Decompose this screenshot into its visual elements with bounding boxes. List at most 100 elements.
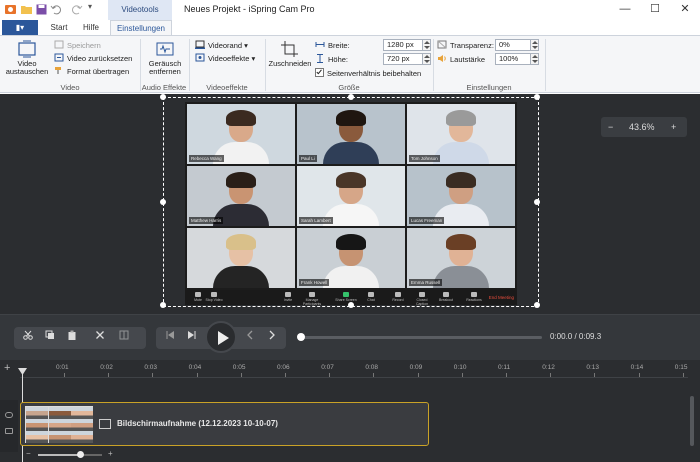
timeline-zoom-slider[interactable]: − + [24, 449, 116, 460]
width-input[interactable]: 1280 px [383, 39, 423, 51]
person-hair [336, 172, 366, 188]
player-toolbar: 0:00.0 / 0:09.3 [0, 314, 700, 360]
resize-handle-se[interactable] [534, 302, 540, 308]
width-spinner[interactable] [423, 39, 431, 51]
transparency-spinner[interactable] [531, 39, 539, 51]
undo-icon[interactable] [50, 3, 63, 16]
tab-start[interactable]: Start [44, 20, 74, 35]
save-icon[interactable] [35, 3, 48, 16]
reset-video-label: Video zurücksetzen [67, 54, 133, 63]
reset-video-icon [54, 53, 64, 62]
group-label-size: Größe [338, 83, 360, 92]
timeline-zoom-in-button[interactable]: + [108, 449, 113, 458]
ruler-tick-label: 0:10 [453, 364, 467, 371]
delete-button[interactable] [88, 327, 112, 349]
meeting-toolbar-item[interactable]: Record [387, 292, 409, 302]
meeting-toolbar-item[interactable]: Breakout [435, 292, 457, 302]
video-effects-dropdown[interactable]: Videoeffekte ▾ [195, 53, 255, 64]
end-meeting-label: End Meeting [488, 295, 514, 300]
chevron-right-icon [269, 330, 275, 340]
timeline-zoom-out-button[interactable]: − [26, 449, 31, 458]
remove-noise-button[interactable]: Geräusch entfernen [144, 40, 186, 76]
height-input[interactable]: 720 px [383, 53, 423, 65]
meeting-toolbar-label: Stop Video [205, 298, 223, 302]
playback-progress-knob[interactable] [297, 333, 305, 341]
skip-forward-icon [188, 331, 196, 339]
zoom-in-button[interactable]: + [671, 117, 676, 137]
play-button[interactable] [205, 321, 237, 353]
close-button[interactable]: ✕ [670, 0, 700, 18]
eye-icon[interactable] [5, 412, 13, 418]
timeline-clip[interactable]: Bildschirmaufnahme (12.12.2023 10-10-07) [20, 402, 429, 446]
lock-icon[interactable] [5, 428, 13, 434]
transparency-input[interactable]: 0% [495, 39, 531, 51]
volume-spinner[interactable] [531, 53, 539, 65]
title-bar: ▾ Videotools Neues Projekt - iSpring Cam… [0, 0, 700, 20]
resize-handle-ne[interactable] [534, 94, 540, 100]
ruler-tick-label: 0:03 [144, 364, 158, 371]
speaker-icon [438, 55, 446, 62]
minimize-button[interactable]: — [610, 0, 640, 18]
keep-ratio-label: Seitenverhältnis beibehalten [327, 69, 422, 78]
skip-to-start-button[interactable] [158, 327, 182, 349]
resize-handle-e[interactable] [534, 199, 540, 205]
playback-progress-track[interactable] [300, 336, 542, 339]
meeting-toolbar-item[interactable]: Share Screen [335, 292, 357, 302]
keep-ratio-checkbox[interactable]: Seitenverhältnis beibehalten [315, 68, 421, 79]
person-hair [226, 110, 256, 126]
ruler-tick-label: 0:14 [630, 364, 644, 371]
timeline-scrollbar[interactable] [690, 396, 694, 446]
clip-label: Bildschirmaufnahme (12.12.2023 10-10-07) [117, 419, 278, 428]
file-menu-button[interactable]: ▮▾ [2, 20, 38, 35]
resize-handle-w[interactable] [160, 199, 166, 205]
height-spinner[interactable] [423, 53, 431, 65]
clip-thumbnail-cell [48, 407, 71, 419]
volume-input[interactable]: 100% [495, 53, 531, 65]
maximize-button[interactable]: ☐ [640, 0, 670, 18]
meeting-toolbar-item[interactable]: Invite [277, 292, 299, 302]
timeline-ruler[interactable]: 0:01 0:02 0:03 0:04 0:05 0:06 0:07 0:08 0:09 0:10… [20, 360, 688, 378]
add-track-button[interactable]: + [4, 362, 10, 374]
previous-frame-button[interactable] [238, 327, 262, 349]
meeting-toolbar-item[interactable]: Reactions [463, 292, 485, 302]
video-selection-frame[interactable]: Rebecca Wang Paul Li Tom Johnson Matthew Ha… [160, 94, 540, 308]
participant-tile: Frank Howell [297, 228, 405, 288]
meeting-toolbar-item[interactable]: Manage Participants [301, 292, 323, 306]
open-folder-icon[interactable] [20, 3, 33, 16]
ruler-tick-mark [550, 373, 552, 377]
group-label-video: Video [60, 83, 80, 92]
resize-handle-s[interactable] [348, 302, 354, 308]
participant-tile: Lucas Freeman [407, 166, 515, 226]
person-hair [446, 234, 476, 250]
split-button[interactable] [112, 327, 136, 349]
clip-thumbnail-cell [48, 419, 71, 432]
resize-handle-sw[interactable] [160, 302, 166, 308]
zoom-slider-knob[interactable] [77, 451, 84, 458]
resize-handle-nw[interactable] [160, 94, 166, 100]
crop-button[interactable]: Zuschneiden [268, 40, 312, 68]
paste-button[interactable] [60, 327, 84, 349]
group-label-settings: Einstellungen [466, 83, 512, 92]
tab-settings[interactable]: Einstellungen [110, 20, 172, 35]
copy-format-button[interactable]: Format übertragen [54, 66, 129, 77]
copy-button[interactable] [38, 327, 62, 349]
quick-access-chevron-icon[interactable]: ▾ [88, 2, 92, 11]
meeting-toolbar-item[interactable]: Closed Caption [411, 292, 433, 306]
redo-icon[interactable] [70, 3, 83, 16]
meeting-toolbar-item[interactable]: Stop Video [203, 292, 225, 302]
clip-thumbnail-cell [26, 419, 48, 432]
zoom-out-button[interactable]: − [608, 117, 613, 137]
cut-button[interactable] [16, 327, 40, 349]
ruler-tick-label: 0:13 [586, 364, 600, 371]
replace-video-button[interactable]: Video austauschen [4, 40, 50, 76]
next-frame-button[interactable] [260, 327, 284, 349]
meeting-toolbar-item[interactable]: Chat [360, 292, 382, 302]
video-border-dropdown[interactable]: Videorand ▾ [195, 40, 248, 51]
save-video-button[interactable]: Speichern [54, 40, 101, 51]
ruler-tick-label: 0:04 [188, 364, 202, 371]
reset-video-button[interactable]: Video zurücksetzen [54, 53, 132, 64]
ruler-tick-mark [240, 373, 242, 377]
resize-handle-n[interactable] [348, 94, 354, 100]
tab-help[interactable]: Hilfe [78, 20, 104, 35]
skip-to-end-button[interactable] [180, 327, 204, 349]
